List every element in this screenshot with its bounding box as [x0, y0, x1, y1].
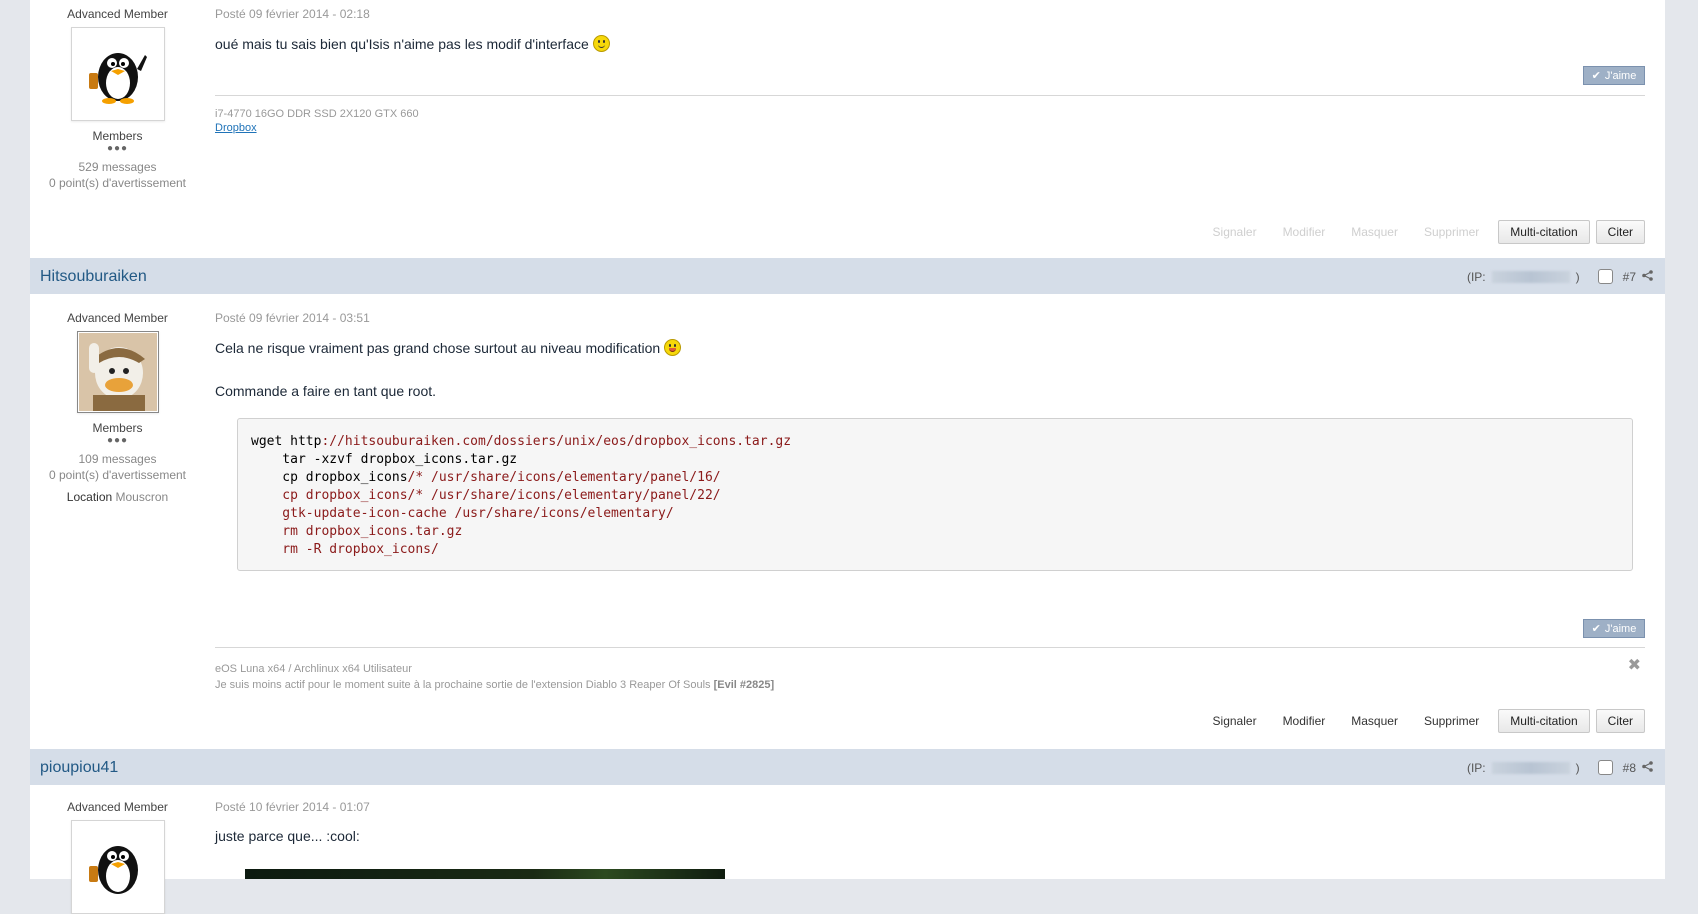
group-title: Advanced Member — [67, 311, 168, 325]
hide-link[interactable]: Masquer — [1338, 714, 1411, 728]
duck-avatar-icon — [78, 333, 157, 411]
code-line-string: /* /usr/share/icons/elementary/panel/16/ — [407, 470, 721, 485]
group-title: Advanced Member — [67, 7, 168, 21]
post-actions: Signaler Modifier Masquer Supprimer Mult… — [1200, 709, 1645, 733]
signature-text: Je suis moins actif pour le moment suite… — [215, 679, 711, 691]
post8-author-panel: Advanced Member — [30, 800, 205, 914]
code-line-string: ://hitsouburaiken.com/dossiers/unix/eos/… — [321, 434, 792, 449]
check-icon: ✔ — [1591, 623, 1601, 635]
close-icon[interactable]: ✖ — [1628, 655, 1641, 675]
delete-link[interactable]: Supprimer — [1411, 714, 1492, 728]
post-date: Posté 10 février 2014 - 01:07 — [215, 800, 370, 814]
penguin-avatar-icon — [88, 846, 138, 894]
signature: eOS Luna x64 / Archlinux x64 Utilisateur… — [215, 661, 774, 693]
author-name-link[interactable]: Hitsouburaiken — [40, 268, 147, 286]
share-icon[interactable] — [1642, 269, 1653, 284]
quote-button[interactable]: Citer — [1595, 220, 1645, 244]
signature-divider — [215, 95, 1645, 96]
avatar[interactable] — [70, 820, 165, 914]
check-icon: ✔ — [1591, 70, 1601, 82]
forum-topic-page: Advanced Member Members ●●● 529 messages… — [30, 0, 1665, 914]
location: Location Mouscron — [30, 489, 205, 505]
member-rank: Members — [92, 129, 143, 143]
rank-pips: ●●● — [106, 143, 129, 154]
post7-author-panel: Advanced Member Members ●●● 109 messages… — [30, 311, 205, 505]
post-text: oué mais tu sais bien qu'Isis n'aime pas… — [215, 35, 1655, 52]
code-line: cp dropbox_icons — [251, 470, 408, 485]
share-icon[interactable] — [1642, 760, 1653, 775]
code-line: cp dropbox_icons/* /usr/share/icons/elem… — [251, 488, 721, 503]
code-line: tar -xzvf dropbox_icons.tar.gz — [251, 452, 518, 467]
avatar[interactable] — [76, 331, 159, 413]
hide-link[interactable]: Masquer — [1338, 225, 1411, 239]
post-number-link[interactable]: #8 — [1623, 761, 1636, 775]
post-meta: (IP:) #8 — [1467, 760, 1653, 775]
post-text-content: oué mais tu sais bien qu'Isis n'aime pas… — [215, 36, 589, 52]
post6-author-panel: Advanced Member Members ●●● 529 messages… — [30, 7, 205, 191]
tongue-smiley-icon — [664, 339, 682, 356]
ip-close: ) — [1575, 760, 1580, 775]
ip-label: (IP: — [1466, 269, 1486, 284]
post-text: Cela ne risque vraiment pas grand chose … — [215, 339, 1655, 356]
signature-divider — [215, 647, 1645, 648]
quote-button[interactable]: Citer — [1595, 709, 1645, 733]
group-title: Advanced Member — [67, 800, 168, 814]
post-date: Posté 09 février 2014 - 03:51 — [215, 311, 370, 325]
multiquote-button[interactable]: Multi-citation — [1498, 709, 1590, 733]
author-name-link[interactable]: pioupiou41 — [40, 759, 118, 777]
code-block[interactable]: wget http://hitsouburaiken.com/dossiers/… — [237, 418, 1633, 571]
member-rank: Members — [92, 421, 143, 435]
smile-icon — [592, 35, 610, 52]
like-label: J'aime — [1604, 69, 1637, 82]
delete-link[interactable]: Supprimer — [1411, 225, 1492, 239]
signature: i7-4770 16GO DDR SSD 2X120 GTX 660 Dropb… — [215, 108, 419, 134]
posts-count: 529 messages — [78, 160, 157, 174]
code-line: wget http — [251, 434, 322, 449]
embedded-screenshot-image[interactable] — [245, 869, 725, 879]
post-number-link[interactable]: #7 — [1623, 270, 1636, 284]
post-text-content: Cela ne risque vraiment pas grand chose … — [215, 340, 661, 356]
ip-address-redacted — [1491, 761, 1570, 774]
post6-body: Posté 09 février 2014 - 02:18 oué mais t… — [215, 7, 1655, 247]
warning-points: 0 point(s) d'avertissement — [48, 468, 186, 482]
post8-body: Posté 10 février 2014 - 01:07 juste parc… — [215, 800, 1655, 879]
multiquote-button[interactable]: Multi-citation — [1498, 220, 1590, 244]
edit-link[interactable]: Modifier — [1270, 714, 1339, 728]
select-post-checkbox[interactable] — [1597, 760, 1613, 775]
post-actions: Signaler Modifier Masquer Supprimer Mult… — [1200, 220, 1645, 244]
post8-header: pioupiou41 (IP:) #8 — [30, 749, 1665, 785]
signature-bold: [Evil #2825] — [713, 679, 775, 691]
location-value: Mouscron — [115, 490, 169, 504]
code-line: gtk-update-icon-cache /usr/share/icons/e… — [251, 506, 674, 521]
signature-line: Je suis moins actif pour le moment suite… — [215, 677, 774, 693]
edit-link[interactable]: Modifier — [1270, 225, 1339, 239]
post7-header: Hitsouburaiken (IP:) #7 — [30, 258, 1665, 294]
select-post-checkbox[interactable] — [1597, 269, 1613, 284]
ip-label: (IP: — [1466, 760, 1486, 775]
report-link[interactable]: Signaler — [1200, 714, 1270, 728]
post-text-second: Commande a faire en tant que root. — [215, 383, 437, 399]
location-label: Location — [66, 490, 113, 504]
post-text: juste parce que... :cool: — [215, 828, 360, 844]
signature-line: eOS Luna x64 / Archlinux x64 Utilisateur — [215, 663, 412, 675]
dropbox-link[interactable]: Dropbox — [215, 122, 257, 134]
ip-address-redacted — [1491, 270, 1570, 283]
rank-pips: ●●● — [106, 435, 129, 446]
warning-points: 0 point(s) d'avertissement — [48, 176, 186, 190]
code-line: rm -R dropbox_icons/ — [251, 542, 439, 557]
post-date: Posté 09 février 2014 - 02:18 — [215, 7, 370, 21]
post-meta: (IP:) #7 — [1467, 269, 1653, 284]
report-link[interactable]: Signaler — [1200, 225, 1270, 239]
ip-close: ) — [1575, 269, 1580, 284]
penguin-avatar-icon — [88, 53, 147, 104]
code-line: rm dropbox_icons.tar.gz — [251, 524, 463, 539]
like-label: J'aime — [1604, 622, 1637, 635]
signature-line: i7-4770 16GO DDR SSD 2X120 GTX 660 — [215, 108, 419, 120]
like-button[interactable]: ✔ J'aime — [1583, 66, 1645, 85]
avatar[interactable] — [70, 27, 165, 121]
posts-count: 109 messages — [78, 452, 157, 466]
like-button[interactable]: ✔ J'aime — [1583, 619, 1645, 638]
